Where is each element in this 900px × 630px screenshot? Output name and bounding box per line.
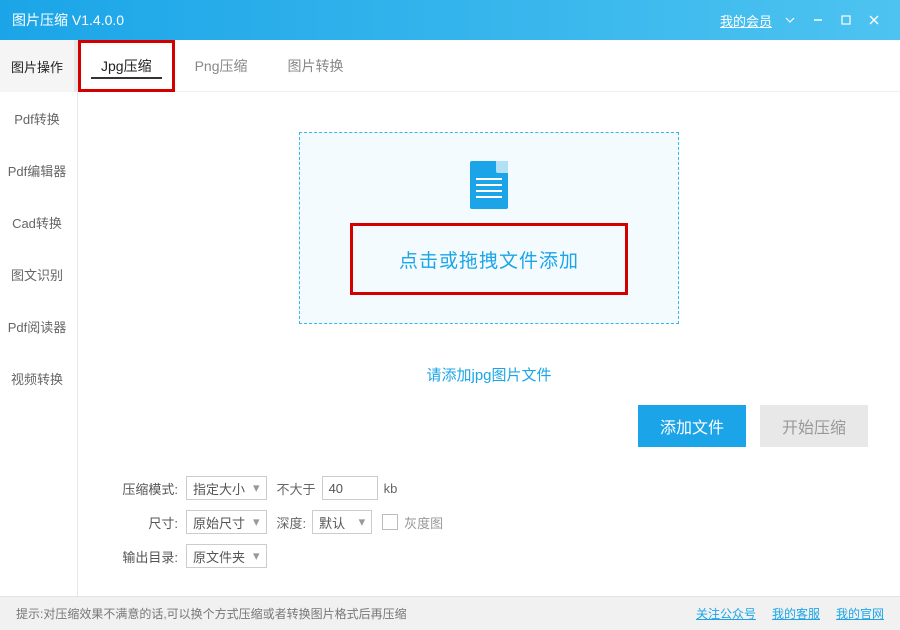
footer-tip: 提示:对压缩效果不满意的话,可以换个方式压缩或者转换图片格式后再压缩: [16, 605, 407, 622]
max-size-input[interactable]: 40: [322, 476, 378, 500]
drop-text-highlight: 点击或拖拽文件添加: [350, 223, 628, 295]
content: Jpg压缩 Png压缩 图片转换 点击或拖拽文件添加 请添加jpg图片文件 添加…: [78, 40, 900, 596]
max-label: 不大于: [277, 479, 316, 498]
output-label: 输出目录:: [108, 547, 178, 566]
sidebar-item-label: Pdf编辑器: [8, 161, 67, 180]
max-size-value: 40: [329, 481, 343, 496]
sidebar-item-pdf-editor[interactable]: Pdf编辑器: [0, 144, 77, 196]
settings-panel: 压缩模式: 指定大小 ▾ 不大于 40 kb 尺寸: 原始尺寸 ▾ 深度: 默认: [78, 454, 900, 596]
maximize-button[interactable]: [832, 6, 860, 34]
sidebar-item-label: 图文识别: [11, 265, 63, 284]
sidebar-item-image[interactable]: 图片操作: [0, 40, 77, 92]
mode-select[interactable]: 指定大小 ▾: [186, 476, 267, 500]
mode-label: 压缩模式:: [108, 479, 178, 498]
size-select[interactable]: 原始尺寸 ▾: [186, 510, 267, 534]
tabs: Jpg压缩 Png压缩 图片转换: [78, 40, 900, 92]
tab-png[interactable]: Png压缩: [175, 40, 268, 92]
sidebar-item-ocr[interactable]: 图文识别: [0, 248, 77, 300]
member-link[interactable]: 我的会员: [720, 11, 772, 30]
chevron-down-icon: ▾: [253, 514, 260, 530]
titlebar: 图片压缩 V1.4.0.0 我的会员: [0, 0, 900, 40]
tab-convert[interactable]: 图片转换: [268, 40, 364, 92]
drop-area-wrap: 点击或拖拽文件添加 请添加jpg图片文件 添加文件 开始压缩: [78, 92, 900, 454]
max-unit: kb: [384, 481, 398, 496]
grayscale-checkbox[interactable]: [382, 514, 398, 530]
size-value: 原始尺寸: [193, 513, 245, 532]
minimize-button[interactable]: [804, 6, 832, 34]
sidebar-item-video[interactable]: 视频转换: [0, 352, 77, 404]
sidebar: 图片操作 Pdf转换 Pdf编辑器 Cad转换 图文识别 Pdf阅读器 视频转换: [0, 40, 78, 596]
drop-zone[interactable]: 点击或拖拽文件添加: [299, 132, 679, 324]
footer-link-site[interactable]: 我的官网: [836, 605, 884, 622]
add-file-button[interactable]: 添加文件: [638, 405, 746, 447]
footer-link-wechat[interactable]: 关注公众号: [696, 605, 756, 622]
chevron-down-icon: ▾: [253, 548, 260, 564]
sidebar-item-label: Pdf阅读器: [8, 317, 67, 336]
output-value: 原文件夹: [193, 547, 245, 566]
dropdown-icon[interactable]: [776, 6, 804, 34]
footer: 提示:对压缩效果不满意的话,可以换个方式压缩或者转换图片格式后再压缩 关注公众号…: [0, 596, 900, 630]
sidebar-item-pdf-reader[interactable]: Pdf阅读器: [0, 300, 77, 352]
tab-label: Jpg压缩: [101, 56, 152, 76]
drop-hint: 请添加jpg图片文件: [426, 364, 551, 385]
file-icon: [470, 161, 508, 209]
tab-jpg[interactable]: Jpg压缩: [78, 40, 175, 92]
sidebar-item-label: 视频转换: [11, 369, 63, 388]
depth-value: 默认: [319, 513, 345, 532]
chevron-down-icon: ▾: [359, 514, 366, 530]
sidebar-item-label: 图片操作: [11, 57, 63, 76]
sidebar-item-cad[interactable]: Cad转换: [0, 196, 77, 248]
close-button[interactable]: [860, 6, 888, 34]
depth-select[interactable]: 默认 ▾: [312, 510, 372, 534]
sidebar-item-label: Pdf转换: [14, 109, 60, 128]
size-label: 尺寸:: [108, 513, 178, 532]
chevron-down-icon: ▾: [253, 480, 260, 496]
tab-label: Png压缩: [195, 56, 248, 76]
depth-label: 深度:: [277, 513, 307, 532]
drop-text: 点击或拖拽文件添加: [399, 246, 579, 273]
sidebar-item-pdf-convert[interactable]: Pdf转换: [0, 92, 77, 144]
tab-label: 图片转换: [288, 56, 344, 76]
sidebar-item-label: Cad转换: [12, 213, 62, 232]
app-title: 图片压缩 V1.4.0.0: [12, 10, 124, 30]
mode-value: 指定大小: [193, 479, 245, 498]
output-select[interactable]: 原文件夹 ▾: [186, 544, 267, 568]
start-compress-button: 开始压缩: [760, 405, 868, 447]
footer-link-support[interactable]: 我的客服: [772, 605, 820, 622]
grayscale-label: 灰度图: [404, 513, 443, 532]
